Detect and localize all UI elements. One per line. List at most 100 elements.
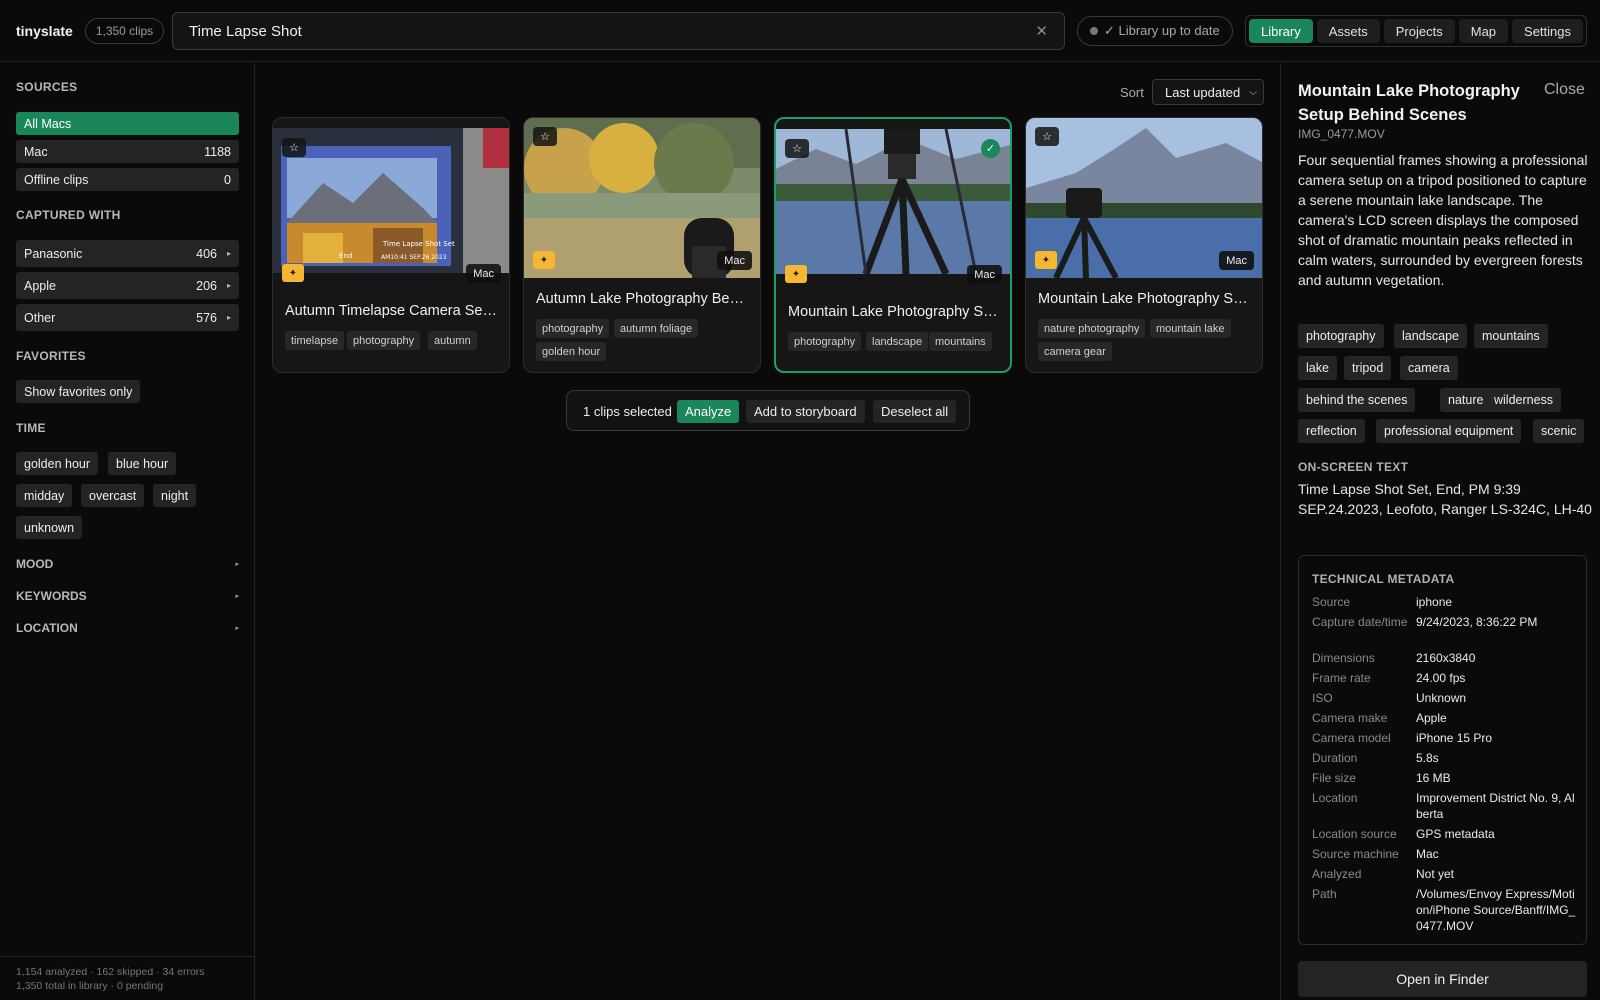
clip-card[interactable]: ☆ ✦ Mac Autumn Lake Photography Beh... p… xyxy=(523,117,761,373)
sources-heading: SOURCES xyxy=(16,80,78,94)
meta-key: Camera make xyxy=(1312,711,1388,725)
meta-value: iPhone 15 Pro xyxy=(1416,731,1493,745)
source-badge: Mac xyxy=(1219,251,1254,270)
details-description: Four sequential frames showing a profess… xyxy=(1298,152,1588,288)
main-nav: Library Assets Projects Map Settings xyxy=(1245,15,1588,47)
details-tag[interactable]: lake xyxy=(1298,356,1337,380)
details-tag[interactable]: nature xyxy=(1440,388,1492,412)
sparkle-icon: ✦ xyxy=(282,264,304,282)
clip-tag[interactable]: timelapse xyxy=(285,331,345,350)
keywords-section[interactable]: KEYWORDS ▸ xyxy=(16,589,239,603)
tab-projects[interactable]: Projects xyxy=(1383,19,1455,43)
onscreen-text-heading: ON-SCREEN TEXT xyxy=(1298,460,1409,474)
close-details-button[interactable]: Close xyxy=(1544,81,1585,99)
time-chip-blue-hour[interactable]: blue hour xyxy=(108,452,177,475)
clip-count-badge: 1,350 clips xyxy=(84,17,165,44)
clip-tag[interactable]: nature photography xyxy=(1038,319,1146,338)
deselect-all-button[interactable]: Deselect all xyxy=(873,400,957,423)
time-chip-golden-hour[interactable]: golden hour xyxy=(16,452,99,475)
captured-label: Apple xyxy=(24,278,56,293)
captured-with-heading: CAPTURED WITH xyxy=(16,208,121,222)
captured-other[interactable]: Other 576 ▸ xyxy=(16,304,239,331)
meta-value: 5.8s xyxy=(1416,751,1439,765)
meta-key: Location xyxy=(1312,791,1358,805)
captured-count: 406 xyxy=(196,246,217,261)
clip-tag[interactable]: photography xyxy=(347,331,421,350)
clip-card[interactable]: ☆ ✦ Mac Mountain Lake Photography Se... … xyxy=(1025,117,1263,373)
chevron-right-icon: ▸ xyxy=(235,593,239,600)
details-tag[interactable]: tripod xyxy=(1344,356,1392,380)
clip-title: Mountain Lake Photography Se... xyxy=(788,304,1000,320)
mood-section[interactable]: MOOD ▸ xyxy=(16,557,239,571)
clip-tag[interactable]: landscape xyxy=(866,332,929,351)
clip-tag[interactable]: golden hour xyxy=(536,342,607,361)
source-mac[interactable]: Mac 1188 xyxy=(16,140,239,163)
search-bar[interactable]: ✕ xyxy=(172,12,1065,50)
location-section[interactable]: LOCATION ▸ xyxy=(16,621,239,635)
clip-tag[interactable]: mountain lake xyxy=(1150,319,1231,338)
clip-tag[interactable]: autumn foliage xyxy=(614,319,699,338)
details-tag[interactable]: photography xyxy=(1298,324,1384,348)
time-chip-overcast[interactable]: overcast xyxy=(81,484,145,507)
clip-tag[interactable]: photography xyxy=(536,319,610,338)
search-input[interactable] xyxy=(189,22,1036,40)
details-tag[interactable]: professional equipment xyxy=(1376,419,1522,443)
details-tag[interactable]: mountains xyxy=(1474,324,1548,348)
tab-settings[interactable]: Settings xyxy=(1512,19,1584,43)
clip-tag[interactable]: autumn xyxy=(428,331,477,350)
analyze-button[interactable]: Analyze xyxy=(677,400,740,423)
captured-panasonic[interactable]: Panasonic 406 ▸ xyxy=(16,240,239,267)
meta-value: /Volumes/Envoy Express/Motion/iPhone Sou… xyxy=(1416,887,1576,933)
clip-card-selected[interactable]: ☆ ✓ ✦ Mac Mountain Lake Photography Se..… xyxy=(774,117,1012,373)
chevron-right-icon: ▸ xyxy=(226,249,231,258)
clip-tag[interactable]: photography xyxy=(788,332,862,351)
meta-key: Analyzed xyxy=(1312,867,1362,881)
app-brand[interactable]: tinyslate xyxy=(16,23,73,39)
meta-key: Camera model xyxy=(1312,731,1391,745)
time-chip-unknown[interactable]: unknown xyxy=(16,516,83,539)
star-icon[interactable]: ☆ xyxy=(1035,127,1059,146)
tab-assets[interactable]: Assets xyxy=(1316,19,1380,43)
close-icon[interactable]: ✕ xyxy=(1035,22,1048,40)
open-in-finder-button[interactable]: Open in Finder xyxy=(1298,961,1587,997)
meta-value: Mac xyxy=(1416,847,1439,861)
details-tag[interactable]: landscape xyxy=(1394,324,1467,348)
meta-key: Capture date/time xyxy=(1312,615,1408,629)
chevron-right-icon: ▸ xyxy=(226,281,231,290)
meta-value: 9/24/2023, 8:36:22 PM xyxy=(1416,615,1538,629)
details-tag[interactable]: camera xyxy=(1400,356,1458,380)
source-label: Offline clips xyxy=(24,172,89,187)
clip-card[interactable]: Time Lapse Shot Set End AM10:41 SEP.26.2… xyxy=(272,117,510,373)
sparkle-icon: ✦ xyxy=(1035,251,1057,269)
clip-tag[interactable]: mountains xyxy=(929,332,992,351)
clip-tag[interactable]: camera gear xyxy=(1038,342,1112,361)
captured-apple[interactable]: Apple 206 ▸ xyxy=(16,272,239,299)
star-icon[interactable]: ☆ xyxy=(533,127,557,146)
sort-select[interactable]: Last updated ⌵ xyxy=(1152,79,1264,105)
onscreen-text-value: Time Lapse Shot Set, End, PM 9:39 SEP.24… xyxy=(1298,481,1592,517)
lcd-title-text: Time Lapse Shot Set xyxy=(382,240,455,248)
details-tag[interactable]: reflection xyxy=(1298,419,1365,443)
time-chip-midday[interactable]: midday xyxy=(16,484,73,507)
tab-map[interactable]: Map xyxy=(1458,19,1509,43)
keywords-heading: KEYWORDS xyxy=(16,589,87,603)
show-favorites-button[interactable]: Show favorites only xyxy=(16,380,141,403)
sidebar: SOURCES All Macs Mac 1188 Offline clips … xyxy=(0,63,255,1000)
tab-library[interactable]: Library xyxy=(1249,19,1313,43)
add-to-storyboard-button[interactable]: Add to storyboard xyxy=(746,400,865,423)
time-chip-night[interactable]: night xyxy=(153,484,197,507)
meta-key: Source xyxy=(1312,595,1351,609)
details-tag[interactable]: wilderness xyxy=(1486,388,1562,412)
details-tag[interactable]: behind the scenes xyxy=(1298,388,1416,412)
library-status-pill[interactable]: ✓ Library up to date xyxy=(1077,16,1233,46)
meta-key: File size xyxy=(1312,771,1357,785)
meta-value: 16 MB xyxy=(1416,771,1451,785)
stats-line-2: 1,350 total in library · 0 pending xyxy=(16,980,164,992)
chevron-down-icon: ⌵ xyxy=(1249,86,1257,98)
source-offline-clips[interactable]: Offline clips 0 xyxy=(16,168,239,191)
star-icon[interactable]: ☆ xyxy=(785,139,809,158)
star-icon[interactable]: ☆ xyxy=(282,138,306,157)
source-all-macs[interactable]: All Macs xyxy=(16,112,239,135)
details-tag[interactable]: scenic xyxy=(1533,419,1585,443)
chevron-right-icon: ▸ xyxy=(235,561,239,568)
